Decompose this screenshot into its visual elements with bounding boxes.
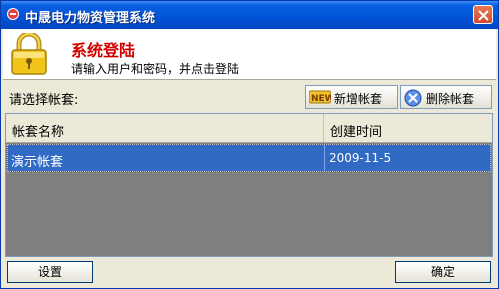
login-window: 中晟电力物资管理系统 系统登陆 请输入用户和密码，并点击登陆 请选择帐套: NE… [0,0,499,289]
close-button[interactable] [473,5,493,24]
lock-icon [11,33,47,75]
column-header-name[interactable]: 帐套名称 [12,121,64,140]
column-header-created[interactable]: 创建时间 [330,121,382,140]
delete-icon [404,89,422,107]
close-icon [478,10,489,21]
window-title: 中晟电力物资管理系统 [25,11,156,26]
cell-separator [324,145,325,171]
account-set-grid[interactable]: 帐套名称 创建时间 演示帐套 2009-11-5 [5,113,493,257]
table-row[interactable]: 演示帐套 2009-11-5 [7,144,491,172]
column-separator [323,114,324,142]
add-account-set-button[interactable]: NEW 新增帐套 [305,85,398,109]
ok-button[interactable]: 确定 [395,261,491,283]
account-set-prompt: 请选择帐套: [9,93,79,108]
row-created-cell: 2009-11-5 [329,151,392,165]
svg-text:NEW: NEW [311,94,331,104]
delete-account-set-label: 删除帐套 [426,92,475,106]
login-header: 系统登陆 请输入用户和密码，并点击登陆 [3,29,496,80]
settings-button[interactable]: 设置 [7,261,93,283]
grid-header: 帐套名称 创建时间 [6,114,492,143]
row-name-cell: 演示帐套 [11,155,64,170]
title-bar[interactable]: 中晟电力物资管理系统 [1,1,498,29]
new-icon: NEW [309,90,331,104]
login-subtitle: 请输入用户和密码，并点击登陆 [71,62,240,76]
app-icon [7,8,19,20]
add-account-set-label: 新增帐套 [334,92,383,106]
delete-account-set-button[interactable]: 删除帐套 [400,85,492,109]
login-title: 系统登陆 [71,41,136,60]
